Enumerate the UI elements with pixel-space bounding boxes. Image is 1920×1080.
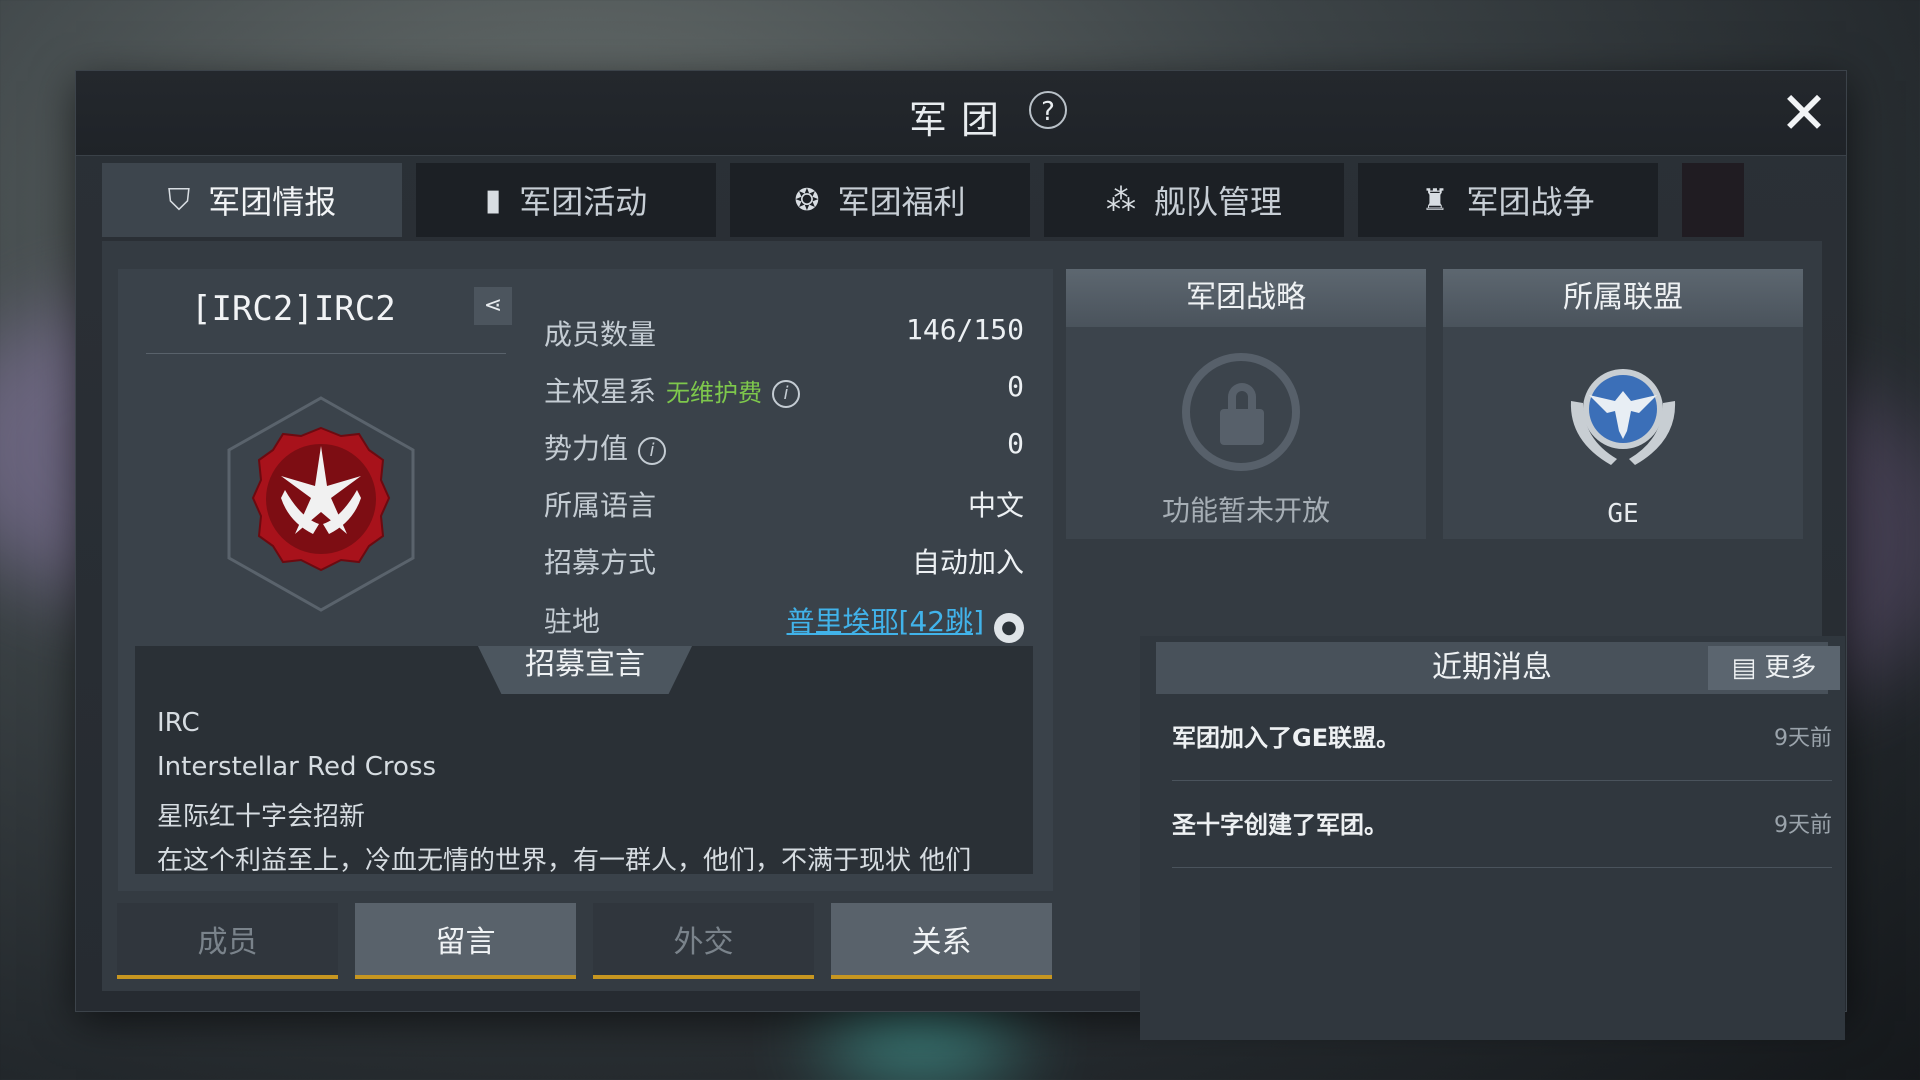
members-value: 146/150 bbox=[905, 313, 1024, 346]
tab-legion-activity[interactable]: ▮ 军团活动 bbox=[416, 163, 716, 237]
info-icon[interactable]: i bbox=[638, 437, 667, 465]
recent-news-card: 近期消息 ▤ 更多 军团加入了GE联盟。 9天前 圣十字创建了军团。 9天前 bbox=[1140, 636, 1845, 1040]
recruit-line: IRC bbox=[157, 708, 200, 738]
strategy-title: 军团战略 bbox=[1066, 269, 1426, 327]
power-label: 势力值 bbox=[544, 432, 629, 465]
sovereignty-label-group: 主权星系 无维护费 i bbox=[544, 370, 801, 410]
more-button[interactable]: ▤ 更多 bbox=[1708, 646, 1840, 690]
tab-label: 军团战争 bbox=[1466, 183, 1595, 221]
recruit-title: 招募宣言 bbox=[475, 646, 695, 694]
message-button[interactable]: 留言 bbox=[355, 903, 576, 979]
location-pin-icon[interactable]: ● bbox=[994, 613, 1024, 643]
station-value-group: 普里埃耶[42跳] ● bbox=[787, 600, 1024, 643]
gift-icon: ❂ bbox=[794, 182, 820, 218]
news-text: 军团加入了GE联盟。 bbox=[1172, 724, 1401, 752]
help-button[interactable]: ? bbox=[1029, 91, 1067, 129]
tab-label: 舰队管理 bbox=[1153, 183, 1282, 221]
recruit-line: 在这个利益至上，冷血无情的世界，有一群人，他们，不满于现状 他们 bbox=[157, 846, 972, 874]
diplomacy-button[interactable]: 外交 bbox=[593, 903, 814, 979]
recruit-line: Interstellar Red Cross bbox=[157, 752, 437, 782]
share-icon: ⋖ bbox=[483, 293, 503, 318]
legion-strategy-card[interactable]: 军团战略 功能暂未开放 bbox=[1066, 269, 1426, 539]
tab-label: 军团福利 bbox=[837, 183, 966, 221]
alliance-name: GE bbox=[1607, 499, 1639, 529]
lock-icon bbox=[1182, 353, 1300, 471]
news-text: 圣十字创建了军团。 bbox=[1172, 811, 1388, 839]
dialog-title: 军团 bbox=[908, 98, 1013, 142]
language-value: 中文 bbox=[967, 489, 1024, 522]
share-button[interactable]: ⋖ bbox=[474, 287, 512, 325]
legion-dialog: 军团 ? ✕ ⛉ 军团情报 ▮ 军团活动 ❂ 军团福利 ⁂ 舰队管理 ♜ 军团战… bbox=[76, 71, 1846, 1040]
members-button[interactable]: 成员 bbox=[117, 903, 338, 979]
book-icon: ▮ bbox=[484, 182, 502, 218]
list-icon: ▤ bbox=[1731, 653, 1757, 683]
info-row-recruit-mode: 招募方式 自动加入 bbox=[544, 541, 1024, 585]
station-link[interactable]: 普里埃耶[42跳] bbox=[787, 605, 984, 638]
tab-bar: ⛉ 军团情报 ▮ 军团活动 ❂ 军团福利 ⁂ 舰队管理 ♜ 军团战争 bbox=[102, 163, 1822, 237]
news-time: 9天前 bbox=[1774, 813, 1832, 838]
relations-button[interactable]: 关系 bbox=[831, 903, 1052, 979]
emblem-icon bbox=[227, 396, 415, 612]
recruit-mode-value: 自动加入 bbox=[911, 546, 1024, 579]
tab-legion-welfare[interactable]: ❂ 军团福利 bbox=[730, 163, 1030, 237]
power-value: 0 bbox=[1007, 427, 1024, 460]
alliance-card[interactable]: 所属联盟 GE bbox=[1443, 269, 1803, 539]
info-icon[interactable]: i bbox=[772, 380, 801, 408]
recruit-line: 星际红十字会招新 bbox=[157, 802, 366, 832]
alliance-emblem-icon bbox=[1570, 369, 1676, 465]
info-row-power: 势力值 i 0 bbox=[544, 427, 1024, 471]
tab-legion-war[interactable]: ♜ 军团战争 bbox=[1358, 163, 1658, 237]
info-row-language: 所属语言 中文 bbox=[544, 484, 1024, 528]
alliance-title: 所属联盟 bbox=[1443, 269, 1803, 327]
legion-name: [IRC2]IRC2 bbox=[191, 289, 396, 329]
strategy-status: 功能暂未开放 bbox=[1161, 494, 1330, 527]
no-upkeep-tag: 无维护费 bbox=[666, 379, 763, 407]
info-row-members: 成员数量 146/150 bbox=[544, 313, 1024, 357]
language-label: 所属语言 bbox=[544, 489, 657, 522]
shield-icon: ⛉ bbox=[167, 182, 191, 218]
tab-bar-end bbox=[1682, 163, 1744, 237]
tab-fleet-management[interactable]: ⁂ 舰队管理 bbox=[1044, 163, 1344, 237]
sovereignty-label: 主权星系 bbox=[544, 375, 657, 408]
recruit-declaration[interactable]: 招募宣言 IRC Interstellar Red Cross 星际红十字会招新… bbox=[135, 646, 1033, 874]
info-row-station: 驻地 普里埃耶[42跳] ● bbox=[544, 600, 1024, 644]
more-label: 更多 bbox=[1764, 653, 1817, 683]
tab-label: 军团活动 bbox=[519, 183, 648, 221]
sovereignty-value: 0 bbox=[1007, 370, 1024, 403]
close-button[interactable]: ✕ bbox=[1776, 84, 1832, 142]
tab-label: 军团情报 bbox=[208, 183, 337, 221]
background-blur bbox=[820, 1000, 1020, 1080]
tab-legion-info[interactable]: ⛉ 军团情报 bbox=[102, 163, 402, 237]
news-item: 圣十字创建了军团。 9天前 bbox=[1172, 781, 1832, 868]
info-row-sovereignty: 主权星系 无维护费 i 0 bbox=[544, 370, 1024, 414]
fleet-icon: ⁂ bbox=[1105, 182, 1136, 218]
recruit-mode-label: 招募方式 bbox=[544, 546, 657, 579]
news-item: 军团加入了GE联盟。 9天前 bbox=[1172, 694, 1832, 781]
legion-emblem bbox=[221, 394, 421, 614]
news-time: 9天前 bbox=[1774, 726, 1832, 751]
title-bar: 军团 ? ✕ bbox=[76, 71, 1846, 156]
station-label: 驻地 bbox=[544, 605, 601, 638]
divider bbox=[146, 353, 506, 354]
power-label-group: 势力值 i bbox=[544, 427, 667, 467]
castle-icon: ♜ bbox=[1421, 182, 1449, 218]
members-label: 成员数量 bbox=[544, 318, 657, 351]
